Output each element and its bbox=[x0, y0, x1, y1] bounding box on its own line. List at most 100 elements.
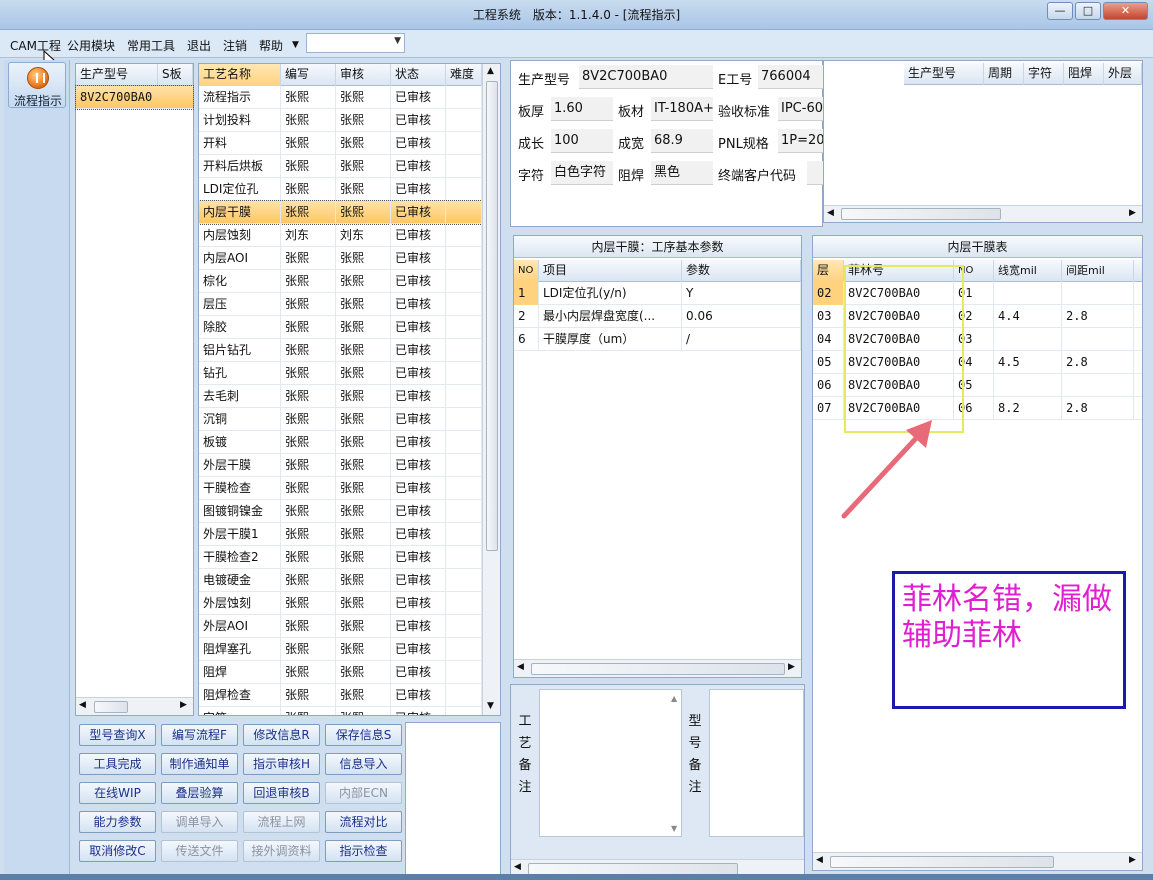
col-model[interactable]: 生产型号 bbox=[904, 63, 984, 85]
col-author[interactable]: 编写 bbox=[281, 64, 336, 86]
col-reviewer[interactable]: 审核 bbox=[336, 64, 391, 86]
params-hscrollbar[interactable]: ◀ ▶ bbox=[514, 659, 801, 677]
menu-logout[interactable]: 注销 bbox=[223, 37, 247, 54]
action-button[interactable]: 叠层验算 bbox=[161, 782, 238, 804]
table-row[interactable]: 外层蚀刻 张熙 张熙 已审核 bbox=[199, 592, 482, 615]
action-button[interactable]: 型号查询X bbox=[79, 724, 156, 746]
scroll-right-icon[interactable]: ▶ bbox=[180, 700, 187, 710]
table-row[interactable]: 层压 张熙 张熙 已审核 bbox=[199, 293, 482, 316]
scroll-down-icon[interactable]: ▼ bbox=[671, 824, 677, 833]
table-row[interactable]: 棕化 张熙 张熙 已审核 bbox=[199, 270, 482, 293]
col-no[interactable]: NO bbox=[514, 260, 539, 282]
scroll-left-icon[interactable]: ◀ bbox=[514, 862, 521, 872]
field-model[interactable]: 8V2C700BA0 bbox=[579, 65, 713, 89]
col-difficulty[interactable]: 难度 bbox=[446, 64, 482, 86]
col-s-board[interactable]: S板 bbox=[158, 64, 193, 86]
model-notes-textarea[interactable] bbox=[709, 689, 804, 837]
scroll-left-icon[interactable]: ◀ bbox=[827, 208, 834, 218]
maximize-button[interactable]: □ bbox=[1075, 2, 1101, 20]
col-status[interactable]: 状态 bbox=[391, 64, 446, 86]
table-row[interactable]: 沉铜 张熙 张熙 已审核 bbox=[199, 408, 482, 431]
scroll-right-icon[interactable]: ▶ bbox=[1129, 855, 1136, 865]
table-row[interactable]: 阻焊 张熙 张熙 已审核 bbox=[199, 661, 482, 684]
close-button[interactable]: ✕ bbox=[1103, 2, 1148, 20]
table-row[interactable]: 去毛刺 张熙 张熙 已审核 bbox=[199, 385, 482, 408]
action-button[interactable]: 指示检查 bbox=[325, 840, 402, 862]
help-dropdown-icon[interactable]: ▼ bbox=[292, 40, 299, 50]
table-row[interactable]: 干膜检查 张熙 张熙 已审核 bbox=[199, 477, 482, 500]
table-row[interactable]: LDI定位孔 张熙 张熙 已审核 bbox=[199, 178, 482, 201]
menu-exit[interactable]: 退出 bbox=[187, 37, 211, 54]
col-line-width[interactable]: 线宽mil bbox=[994, 260, 1062, 282]
table-row[interactable]: 钻孔 张熙 张熙 已审核 bbox=[199, 362, 482, 385]
action-button[interactable]: 保存信息S bbox=[325, 724, 402, 746]
menu-common-module[interactable]: 公用模块 bbox=[67, 37, 115, 54]
action-button[interactable]: 修改信息R bbox=[243, 724, 320, 746]
table-row[interactable]: 字符张熙张熙已审核 bbox=[199, 707, 482, 715]
scroll-left-icon[interactable]: ◀ bbox=[816, 855, 823, 865]
table-row[interactable]: 外层AOI 张熙 张熙 已审核 bbox=[199, 615, 482, 638]
action-button[interactable]: 取消修改C bbox=[79, 840, 156, 862]
table-row[interactable]: 8V2C700BA0 bbox=[75, 85, 194, 110]
table-row[interactable]: 阻焊检查 张熙 张熙 已审核 bbox=[199, 684, 482, 707]
scroll-up-icon[interactable]: ▲ bbox=[671, 694, 677, 703]
scroll-thumb[interactable] bbox=[486, 81, 498, 551]
menu-combo[interactable]: ▼ bbox=[306, 33, 405, 53]
col-model[interactable]: 生产型号 bbox=[76, 64, 158, 86]
scroll-thumb[interactable] bbox=[531, 663, 785, 675]
table-row[interactable]: 电镀硬金 张熙 张熙 已审核 bbox=[199, 569, 482, 592]
table-row[interactable]: 流程指示 张熙 张熙 已审核 bbox=[199, 86, 482, 109]
film-table-hscrollbar[interactable]: ◀ ▶ bbox=[813, 852, 1142, 870]
field-customer[interactable] bbox=[807, 161, 824, 185]
col-mask[interactable]: 阻焊 bbox=[1064, 63, 1104, 85]
table-row[interactable]: 内层蚀刻 刘东 刘东 已审核 bbox=[199, 224, 482, 247]
mini-grid-hscrollbar[interactable]: ◀ ▶ bbox=[824, 205, 1142, 222]
scroll-left-icon[interactable]: ◀ bbox=[517, 662, 524, 672]
action-button[interactable]: 编写流程F bbox=[161, 724, 238, 746]
table-row[interactable]: 板镀 张熙 张熙 已审核 bbox=[199, 431, 482, 454]
scroll-up-icon[interactable]: ▲ bbox=[487, 66, 494, 76]
minimize-button[interactable]: — bbox=[1047, 2, 1073, 20]
scroll-thumb[interactable] bbox=[830, 856, 1054, 868]
col-process-name[interactable]: 工艺名称 bbox=[199, 64, 281, 86]
table-row[interactable]: 外层干膜1 张熙 张熙 已审核 bbox=[199, 523, 482, 546]
action-button[interactable]: 制作通知单 bbox=[161, 753, 238, 775]
field-material[interactable]: IT-180A+ bbox=[651, 97, 713, 121]
scroll-down-icon[interactable]: ▼ bbox=[487, 701, 494, 711]
table-row[interactable]: 6 干膜厚度（um） / bbox=[514, 328, 801, 351]
process-notes-textarea[interactable]: ▲ ▼ bbox=[539, 689, 682, 837]
col-outer[interactable]: 外层 bbox=[1104, 63, 1142, 85]
scroll-left-icon[interactable]: ◀ bbox=[79, 700, 86, 710]
table-row[interactable]: 干膜检查2 张熙 张熙 已审核 bbox=[199, 546, 482, 569]
field-mask[interactable]: 黑色 bbox=[651, 161, 713, 185]
action-button[interactable]: 信息导入 bbox=[325, 753, 402, 775]
col-layer[interactable]: 层 bbox=[813, 260, 844, 282]
table-row[interactable]: 2 最小内层焊盘宽度(... 0.06 bbox=[514, 305, 801, 328]
field-char[interactable]: 白色字符 bbox=[551, 161, 613, 185]
flow-indication-button[interactable]: 流程指示 bbox=[8, 62, 66, 108]
field-pnl[interactable]: 1P=20 bbox=[778, 129, 824, 153]
process-list-vscrollbar[interactable]: ▲ ▼ bbox=[482, 64, 500, 715]
model-list-hscrollbar[interactable]: ◀ ▶ bbox=[76, 697, 193, 715]
scroll-thumb[interactable] bbox=[841, 208, 1001, 220]
action-button[interactable]: 工具完成 bbox=[79, 753, 156, 775]
table-row[interactable]: 内层干膜 张熙 张熙 已审核 bbox=[199, 200, 482, 225]
scroll-right-icon[interactable]: ▶ bbox=[788, 662, 795, 672]
field-e-no[interactable]: 766004 bbox=[758, 65, 824, 89]
field-length[interactable]: 100 bbox=[551, 129, 613, 153]
action-button[interactable]: 流程对比 bbox=[325, 811, 402, 833]
field-thickness[interactable]: 1.60 bbox=[551, 97, 613, 121]
col-char[interactable]: 字符 bbox=[1024, 63, 1064, 85]
col-param[interactable]: 参数 bbox=[682, 260, 801, 282]
action-button[interactable]: 在线WIP bbox=[79, 782, 156, 804]
table-row[interactable]: 开料后烘板 张熙 张熙 已审核 bbox=[199, 155, 482, 178]
action-button[interactable]: 回退审核B bbox=[243, 782, 320, 804]
field-width[interactable]: 68.9 bbox=[651, 129, 713, 153]
field-acceptance[interactable]: IPC-600 bbox=[778, 97, 824, 121]
table-row[interactable]: 除胶 张熙 张熙 已审核 bbox=[199, 316, 482, 339]
scroll-thumb[interactable] bbox=[94, 701, 128, 713]
menu-tools[interactable]: 常用工具 bbox=[127, 37, 175, 54]
col-period[interactable]: 周期 bbox=[984, 63, 1024, 85]
col-item[interactable]: 项目 bbox=[539, 260, 682, 282]
table-row[interactable]: 外层干膜 张熙 张熙 已审核 bbox=[199, 454, 482, 477]
